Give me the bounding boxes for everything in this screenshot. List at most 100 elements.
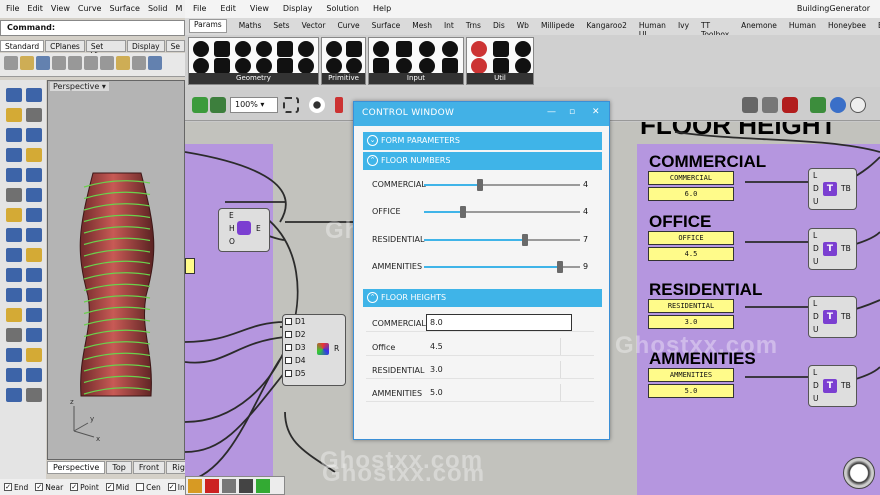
tab-perspective[interactable]: Perspective: [47, 461, 106, 474]
expr-port-o[interactable]: O: [229, 237, 235, 246]
height-input-residential[interactable]: [426, 361, 572, 378]
geometry-param-icon[interactable]: [298, 41, 314, 57]
util-param-icon[interactable]: [471, 41, 487, 57]
expression-component[interactable]: E H O E: [218, 208, 270, 252]
osnap-point[interactable]: ✓ Point: [70, 482, 99, 492]
comp-port-u[interactable]: U: [813, 325, 819, 334]
util-param-icon[interactable]: [493, 41, 509, 57]
gh-tab-int[interactable]: Int: [444, 21, 454, 32]
util-param-icon[interactable]: [493, 58, 509, 74]
gh-tab-curve[interactable]: Curve: [338, 21, 360, 32]
input-param-icon[interactable]: [373, 41, 389, 57]
tab-cplanes[interactable]: CPlanes: [45, 40, 85, 52]
markov-icon[interactable]: [222, 479, 236, 493]
merge-component[interactable]: D1 D2 D3 D4 D5 R: [282, 314, 346, 386]
gh-tab-human-ui[interactable]: Human UI: [639, 21, 666, 39]
section-form-parameters[interactable]: ⌄ FORM PARAMETERS: [363, 132, 602, 150]
osnap-checkbox[interactable]: ✓: [105, 483, 114, 491]
panel-value-ammenities[interactable]: 5.0: [648, 384, 734, 398]
maximize-icon[interactable]: ▫: [569, 107, 575, 117]
canvas-widget-icon[interactable]: [188, 479, 202, 493]
gh-tab-human[interactable]: Human: [789, 21, 816, 32]
slider-thumb[interactable]: [460, 206, 466, 218]
comp-port-l[interactable]: L: [813, 299, 817, 308]
gh-tab-sets[interactable]: Sets: [273, 21, 289, 32]
comp-port-d[interactable]: D: [813, 312, 819, 321]
geometry-param-icon[interactable]: [256, 41, 272, 57]
undo-icon[interactable]: [132, 56, 146, 70]
preview-selected-icon[interactable]: [782, 97, 798, 113]
chevron-down-icon[interactable]: ▾: [102, 82, 106, 91]
sketch-icon[interactable]: [335, 97, 343, 113]
osnap-end[interactable]: ✓ End: [4, 482, 28, 492]
cut-icon[interactable]: [84, 56, 98, 70]
height-input-commercial[interactable]: [426, 314, 572, 331]
slider-commercial[interactable]: [424, 179, 580, 191]
section-floor-numbers[interactable]: ⌃ FLOOR NUMBERS: [363, 152, 602, 170]
gh-tab-trns[interactable]: Trns: [466, 21, 481, 32]
merge-port-d2[interactable]: D2: [295, 330, 306, 339]
slider-thumb[interactable]: [522, 234, 529, 246]
control-window[interactable]: CONTROL WINDOW — ▫ ✕ ⌄ FORM PARAMETERS ⌃…: [353, 101, 610, 440]
arc-tool-icon[interactable]: [6, 128, 22, 142]
mirror-tool-icon[interactable]: [26, 268, 42, 282]
geometry-param-icon[interactable]: [193, 41, 209, 57]
copy-icon[interactable]: [100, 56, 114, 70]
osnap-near[interactable]: ✓ Near: [35, 482, 63, 492]
tab-more[interactable]: Se: [165, 40, 185, 52]
text-builder-component[interactable]: L D U T TB: [808, 228, 857, 270]
gh-tab-ivy[interactable]: Ivy: [678, 21, 689, 32]
text-builder-component[interactable]: L D U T TB: [808, 168, 857, 210]
panel-title-residential[interactable]: RESIDENTIAL: [648, 299, 734, 313]
slider-ammenities[interactable]: [424, 261, 580, 273]
rhino-menu-edit[interactable]: Edit: [27, 4, 43, 14]
explode-tool-icon[interactable]: [26, 308, 42, 322]
split-tool-icon[interactable]: [26, 288, 42, 302]
comp-out-tb[interactable]: TB: [841, 381, 851, 390]
expr-out-e[interactable]: E: [256, 224, 261, 233]
scale-tool-icon[interactable]: [6, 288, 22, 302]
input-param-icon[interactable]: [396, 41, 412, 57]
tab-standard[interactable]: Standard: [0, 40, 45, 52]
pan-icon[interactable]: [148, 56, 162, 70]
comp-port-d[interactable]: D: [813, 184, 819, 193]
polyline-tool-icon[interactable]: [6, 108, 22, 122]
check-tool-icon[interactable]: [26, 388, 42, 402]
extrude-tool-icon[interactable]: [26, 208, 42, 222]
osnap-checkbox[interactable]: ✓: [167, 483, 176, 491]
input-param-icon[interactable]: [373, 58, 389, 74]
input-param-icon[interactable]: [442, 41, 458, 57]
merge-out-r[interactable]: R: [334, 344, 339, 353]
geometry-param-icon[interactable]: [235, 58, 251, 74]
solver-icon[interactable]: [256, 479, 270, 493]
rhino-menu-more[interactable]: M: [175, 4, 182, 14]
tab-display[interactable]: Display: [126, 40, 165, 52]
save-icon[interactable]: [36, 56, 50, 70]
close-widget-icon[interactable]: [239, 479, 253, 493]
mesh-tool-icon[interactable]: [6, 248, 22, 262]
box-tool-icon[interactable]: [6, 188, 22, 202]
comp-port-u[interactable]: U: [813, 197, 819, 206]
boolean-tool-icon[interactable]: [6, 228, 22, 242]
comp-out-tb[interactable]: TB: [841, 312, 851, 321]
slider-residential[interactable]: [424, 234, 580, 246]
merge-port-d4[interactable]: D4: [295, 356, 306, 365]
util-param-icon[interactable]: [471, 58, 487, 74]
gh-tab-vector[interactable]: Vector: [302, 21, 326, 32]
text-builder-component[interactable]: L D U T TB: [808, 296, 857, 338]
polygon-tool-icon[interactable]: [26, 148, 42, 162]
merge-port-d1[interactable]: D1: [295, 317, 306, 326]
gh-tab-millipede[interactable]: Millipede: [541, 21, 575, 32]
yellow-panel-stub[interactable]: [185, 258, 195, 274]
osnap-checkbox[interactable]: ✓: [4, 483, 12, 491]
comp-port-d[interactable]: D: [813, 381, 819, 390]
expr-port-e[interactable]: E: [229, 211, 234, 220]
line-tool-icon[interactable]: [26, 88, 42, 102]
point-tool-icon[interactable]: [6, 88, 22, 102]
hide-tool-icon[interactable]: [26, 348, 42, 362]
comp-port-u[interactable]: U: [813, 394, 819, 403]
preview-shaded-icon[interactable]: [762, 97, 778, 113]
osnap-checkbox[interactable]: [136, 483, 145, 491]
slider-thumb[interactable]: [556, 261, 563, 273]
gh-menu-edit[interactable]: Edit: [220, 4, 236, 14]
